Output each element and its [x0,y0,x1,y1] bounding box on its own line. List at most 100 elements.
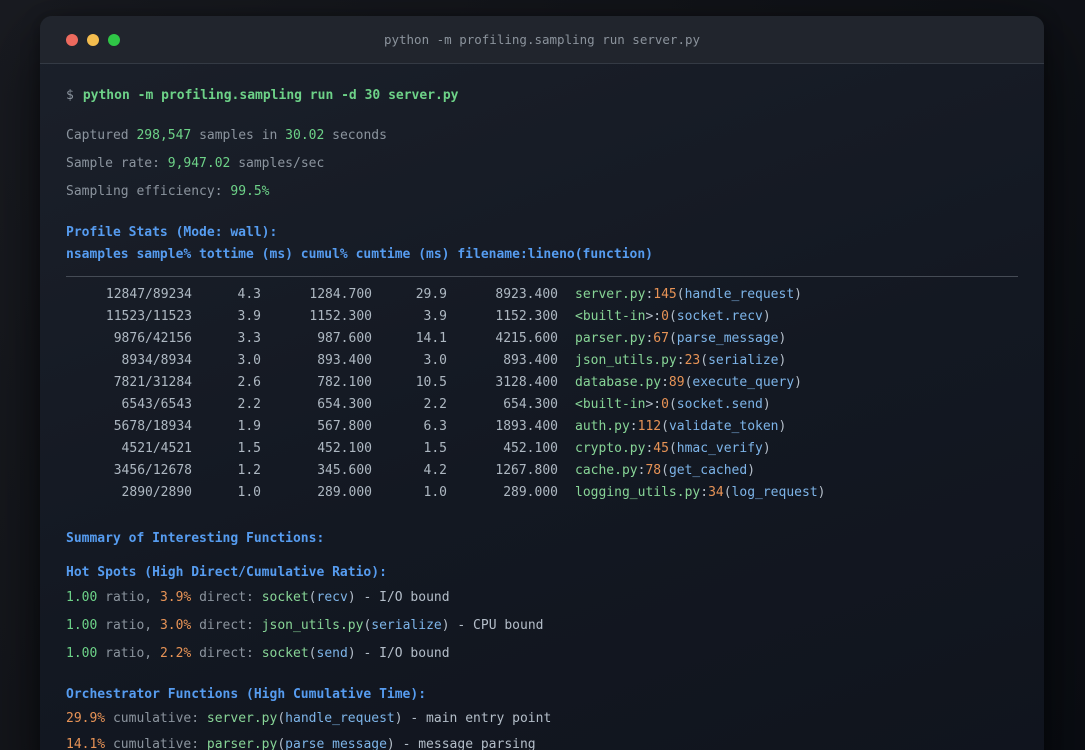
table-cell: 987.600 [317,331,372,346]
table-cell: 1284.700 [309,287,372,302]
text-segment: : [629,419,638,434]
title-bar: python -m profiling.sampling run server.… [40,16,1044,64]
table-cell: 1893.400 [495,419,558,434]
minimize-button[interactable] [87,33,99,46]
text-segment: server.py [575,287,646,302]
table-cell: 1152.300 [309,309,372,324]
table-cell: 2.6 [237,375,261,390]
table-cell: 8923.400 [495,287,558,302]
row-location: cache.py:78(get_cached) [575,463,755,478]
table-row: 11523/11523 3.9 1152.300 3.9 1152.300 <built-… [66,306,1018,328]
maximize-button[interactable] [108,33,120,46]
table-cell: 2890/2890 [121,485,192,500]
text-segment: ) [386,737,395,750]
text-segment: ) [762,441,771,456]
table-row: 5678/18934 1.9 567.800 6.3 1893.400 auth.py:1… [66,416,1018,438]
text-segment: 78 [645,463,662,478]
row-location: logging_utils.py:34(log_request) [575,485,825,500]
table-cell: 29.9 [415,287,447,302]
shell-prompt: $ [66,88,74,103]
table-cell: 12847/89234 [105,287,192,302]
text-segment: ) [794,375,802,390]
row-location: <built-in>:0(socket.recv) [575,309,771,324]
text-segment: 30.02 [285,128,325,143]
table-cell: 1.2 [237,463,261,478]
table-cell: 1.5 [423,441,447,456]
text-segment: ) [347,590,356,605]
table-cell: 782.100 [317,375,372,390]
text-segment: 23 [684,353,701,368]
table-cell: 3456/12678 [113,463,192,478]
text-segment: ) [347,646,356,661]
text-segment: ( [277,737,286,750]
sample-rate-line: Sample rate: 9,947.02 samples/sec [66,150,1018,178]
hot-spot-item: 1.00 ratio, 3.9% direct: socket(recv) - … [66,584,1018,612]
text-segment: json_utils.py [575,353,677,368]
table-cell: 10.5 [415,375,447,390]
text-segment: : [653,397,662,412]
table-cell: 3.0 [237,353,261,368]
text-segment: ( [723,485,732,500]
text-segment: hmac_verify [676,441,763,456]
text-segment: - CPU bound [449,618,544,633]
row-location: <built-in>:0(socket.send) [575,397,771,412]
row-location: database.py:89(execute_query) [575,375,802,390]
table-cell: 1.0 [237,485,261,500]
table-cell: 3.9 [423,309,447,324]
table-cell: 1.5 [237,441,261,456]
hot-spots-list: 1.00 ratio, 3.9% direct: socket(recv) - … [66,584,1018,668]
text-segment: execute_query [692,375,795,390]
text-segment: ) [747,463,756,478]
text-segment: parser.py [206,737,278,750]
table-cell: 7821/31284 [113,375,192,390]
text-segment: ( [668,441,677,456]
table-row: 9876/42156 3.3 987.600 14.1 4215.600 parser.p… [66,328,1018,350]
text-segment: ratio, [97,618,160,633]
text-segment: cumulative: [105,711,207,726]
close-button[interactable] [66,33,78,46]
hot-spot-item: 1.00 ratio, 2.2% direct: socket(send) - … [66,640,1018,668]
text-segment: serialize [708,353,779,368]
table-cell: 893.400 [503,353,558,368]
text-segment: ( [308,646,317,661]
text-segment: - message parsing [394,737,536,750]
text-segment: : [700,485,709,500]
text-segment: 1.00 [66,646,98,661]
text-segment: 99.5% [230,184,270,199]
text-segment: 89 [668,375,685,390]
table-cell: 452.100 [503,441,558,456]
text-segment: ) [762,309,771,324]
table-cell: 3128.400 [495,375,558,390]
text-segment: 112 [637,419,662,434]
text-segment: - main entry point [402,711,552,726]
table-row: 8934/8934 3.0 893.400 3.0 893.400 json_utils.… [66,350,1018,372]
text-segment: : [661,375,669,390]
text-segment: - I/O bound [355,590,450,605]
table-row: 2890/2890 1.0 289.000 1.0 289.000 logging_uti… [66,482,1018,504]
table-cell: 1152.300 [495,309,558,324]
text-segment: send [316,646,348,661]
table-divider [66,276,1018,277]
text-segment: ) [778,353,787,368]
text-segment: ( [661,419,669,434]
text-segment: cache.py [575,463,638,478]
table-cell: 3.3 [237,331,261,346]
profile-table-rows: 12847/89234 4.3 1284.700 29.9 8923.400 server… [66,284,1018,504]
table-row: 12847/89234 4.3 1284.700 29.9 8923.400 server… [66,284,1018,306]
text-segment: serialize [371,618,442,633]
text-segment: <built-in [575,309,646,324]
text-segment: ) [778,331,787,346]
text-segment: ) [817,485,826,500]
text-segment: ) [762,397,771,412]
table-row: 6543/6543 2.2 654.300 2.2 654.300 <built-in>:… [66,394,1018,416]
table-cell: 654.300 [317,397,372,412]
text-segment: database.py [575,375,662,390]
text-segment: Captured [66,128,137,143]
table-row: 7821/31284 2.6 782.100 10.5 3128.400 database… [66,372,1018,394]
text-segment: 0 [661,397,669,412]
row-location: auth.py:112(validate_token) [575,419,786,434]
text-segment: crypto.py [575,441,646,456]
table-cell: 1.0 [423,485,447,500]
captured-line: Captured 298,547 samples in 30.02 second… [66,122,1018,150]
command-line: $ python -m profiling.sampling run -d 30 … [66,86,1018,106]
